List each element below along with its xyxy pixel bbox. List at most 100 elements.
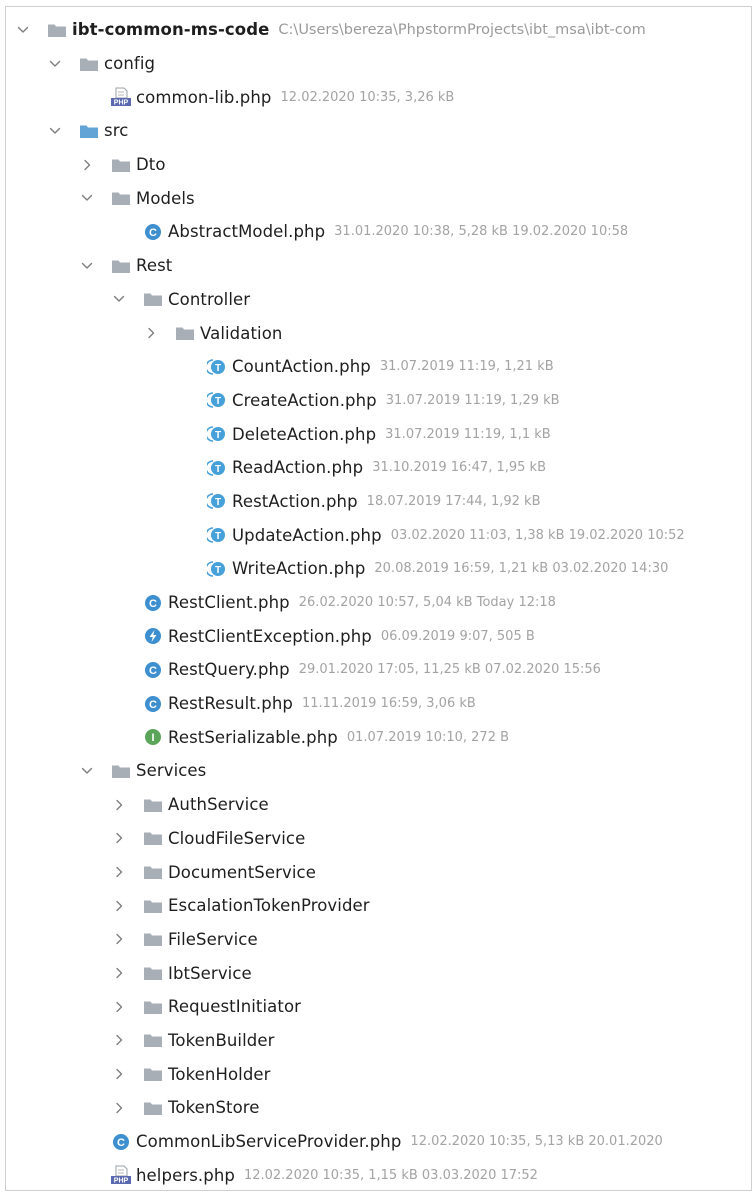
svg-text:C: C — [149, 227, 157, 239]
item-name: ReadAction.php — [232, 458, 364, 478]
tree-file-updateaction-php[interactable]: T UpdateAction.php 03.02.2020 11:03, 1,38 … — [6, 518, 751, 552]
tree-folder-dto[interactable]: Dto — [6, 148, 751, 182]
trait-icon: T — [206, 357, 228, 377]
tree-file-abstractmodel-php[interactable]: C AbstractModel.php 31.01.2020 10:38, 5,28… — [6, 215, 751, 249]
trait-icon: T — [206, 458, 228, 478]
tree-file-restclient-php[interactable]: C RestClient.php 26.02.2020 10:57, 5,04 kB… — [6, 586, 751, 620]
item-name: CreateAction.php — [232, 390, 377, 410]
item-name: ibt-common-ms-code — [72, 20, 270, 40]
tree-file-restclientexception-php[interactable]: RestClientException.php 06.09.2019 9:07, … — [6, 619, 751, 653]
chevron-right-icon[interactable] — [110, 1064, 128, 1084]
class-icon: C — [142, 222, 164, 242]
tree-folder-tokenstore[interactable]: TokenStore — [6, 1091, 751, 1125]
tree-file-deleteaction-php[interactable]: T DeleteAction.php 31.07.2019 11:19, 1,1 k… — [6, 417, 751, 451]
item-name: RestSerializable.php — [168, 727, 338, 747]
tree-folder-validation[interactable]: Validation — [6, 316, 751, 350]
tree-folder-fileservice[interactable]: FileService — [6, 923, 751, 957]
chevron-down-icon[interactable] — [110, 289, 128, 309]
item-name: UpdateAction.php — [232, 525, 382, 545]
chevron-down-icon[interactable] — [46, 121, 64, 141]
tree-folder-tokenholder[interactable]: TokenHolder — [6, 1057, 751, 1091]
trait-icon: T — [206, 525, 228, 545]
chevron-right-icon[interactable] — [110, 963, 128, 983]
tree-folder-controller[interactable]: Controller — [6, 283, 751, 317]
project-path: C:\Users\bereza\PhpstormProjects\ibt_msa… — [278, 21, 646, 38]
file-metadata: 06.09.2019 9:07, 505 B — [380, 628, 535, 644]
tree-file-countaction-php[interactable]: T CountAction.php 31.07.2019 11:19, 1,21 k… — [6, 350, 751, 384]
file-metadata: 01.07.2019 10:10, 272 B — [346, 729, 510, 745]
chevron-right-icon[interactable] — [110, 1030, 128, 1050]
tree-file-readaction-php[interactable]: T ReadAction.php 31.10.2019 16:47, 1,95 kB — [6, 451, 751, 485]
item-name: TokenStore — [168, 1098, 260, 1118]
tree-file-helpers-php[interactable]: PHP helpers.php 12.02.2020 10:35, 1,15 kB … — [6, 1158, 751, 1190]
folder-icon — [142, 963, 164, 983]
tree-folder-requestinitiator[interactable]: RequestInitiator — [6, 990, 751, 1024]
chevron-right-icon[interactable] — [78, 155, 96, 175]
tree-file-restaction-php[interactable]: T RestAction.php 18.07.2019 17:44, 1,92 kB — [6, 485, 751, 519]
chevron-down-icon[interactable] — [78, 256, 96, 276]
tree-folder-tokenbuilder[interactable]: TokenBuilder — [6, 1024, 751, 1058]
item-name: config — [104, 54, 156, 74]
folder-icon — [142, 289, 164, 309]
item-name: RestQuery.php — [168, 660, 290, 680]
folder-icon — [110, 761, 132, 781]
item-name: AbstractModel.php — [168, 222, 326, 242]
chevron-down-icon[interactable] — [78, 761, 96, 781]
folder-icon — [78, 54, 100, 74]
item-name: Models — [136, 188, 195, 208]
tree-file-restresult-php[interactable]: C RestResult.php 11.11.2019 16:59, 3,06 kB — [6, 687, 751, 721]
tree-file-commonlibserviceprovider-php[interactable]: C CommonLibServiceProvider.php 12.02.2020 … — [6, 1125, 751, 1159]
tree-folder-cloudfileservice[interactable]: CloudFileService — [6, 822, 751, 856]
tree-folder-config[interactable]: config — [6, 47, 751, 81]
svg-text:T: T — [215, 396, 221, 407]
folder-icon — [142, 1064, 164, 1084]
tree-folder-escalationtokenprovider[interactable]: EscalationTokenProvider — [6, 889, 751, 923]
tree-file-restserializable-php[interactable]: I RestSerializable.php 01.07.2019 10:10, 2… — [6, 720, 751, 754]
php-file-icon: PHP — [110, 1165, 132, 1185]
chevron-right-icon[interactable] — [110, 862, 128, 882]
tree-folder-src[interactable]: src — [6, 114, 751, 148]
chevron-right-icon[interactable] — [110, 795, 128, 815]
tree-folder-documentservice[interactable]: DocumentService — [6, 855, 751, 889]
chevron-down-icon[interactable] — [46, 54, 64, 74]
svg-text:I: I — [151, 732, 154, 744]
chevron-right-icon[interactable] — [110, 896, 128, 916]
tree-folder-services[interactable]: Services — [6, 754, 751, 788]
file-metadata: 03.02.2020 11:03, 1,38 kB 19.02.2020 10:… — [390, 527, 685, 543]
chevron-right-icon[interactable] — [142, 323, 160, 343]
source-folder-icon — [78, 121, 100, 141]
file-metadata: 12.02.2020 10:35, 5,13 kB 20.01.2020 — [410, 1134, 663, 1150]
folder-icon — [142, 1098, 164, 1118]
interface-icon: I — [142, 727, 164, 747]
trait-icon: T — [206, 491, 228, 511]
tree-file-createaction-php[interactable]: T CreateAction.php 31.07.2019 11:19, 1,29 … — [6, 384, 751, 418]
tree-folder-models[interactable]: Models — [6, 181, 751, 215]
tree-file-writeaction-php[interactable]: T WriteAction.php 20.08.2019 16:59, 1,21 k… — [6, 552, 751, 586]
item-name: Rest — [136, 256, 173, 276]
item-name: RequestInitiator — [168, 997, 302, 1017]
chevron-down-icon[interactable] — [78, 188, 96, 208]
file-metadata: 31.07.2019 11:19, 1,21 kB — [379, 359, 554, 375]
tree-file-common-lib-php[interactable]: PHP common-lib.php 12.02.2020 10:35, 3,26 … — [6, 80, 751, 114]
item-name: common-lib.php — [136, 87, 272, 107]
folder-icon — [142, 1030, 164, 1050]
project-folder-icon — [46, 20, 68, 40]
svg-text:T: T — [215, 430, 221, 441]
chevron-right-icon[interactable] — [110, 1098, 128, 1118]
chevron-right-icon[interactable] — [110, 828, 128, 848]
tree-folder-rest[interactable]: Rest — [6, 249, 751, 283]
chevron-right-icon[interactable] — [110, 997, 128, 1017]
tree-folder-authservice[interactable]: AuthService — [6, 788, 751, 822]
php-file-icon: PHP — [110, 87, 132, 107]
file-metadata: 29.01.2020 17:05, 11,25 kB 07.02.2020 15… — [298, 662, 601, 678]
chevron-down-icon[interactable] — [14, 20, 32, 40]
file-metadata: 12.02.2020 10:35, 1,15 kB 03.03.2020 17:… — [243, 1167, 538, 1183]
tree-folder-ibtservice[interactable]: IbtService — [6, 956, 751, 990]
tree-file-restquery-php[interactable]: C RestQuery.php 29.01.2020 17:05, 11,25 kB… — [6, 653, 751, 687]
chevron-right-icon[interactable] — [110, 929, 128, 949]
tree-folder-ibt-common-ms-code[interactable]: ibt-common-ms-code C:\Users\bereza\Phpsto… — [6, 13, 751, 47]
file-metadata: 31.07.2019 11:19, 1,1 kB — [385, 426, 551, 442]
folder-icon — [142, 862, 164, 882]
trait-icon: T — [206, 390, 228, 410]
file-metadata: 20.08.2019 16:59, 1,21 kB 03.02.2020 14:… — [374, 561, 669, 577]
